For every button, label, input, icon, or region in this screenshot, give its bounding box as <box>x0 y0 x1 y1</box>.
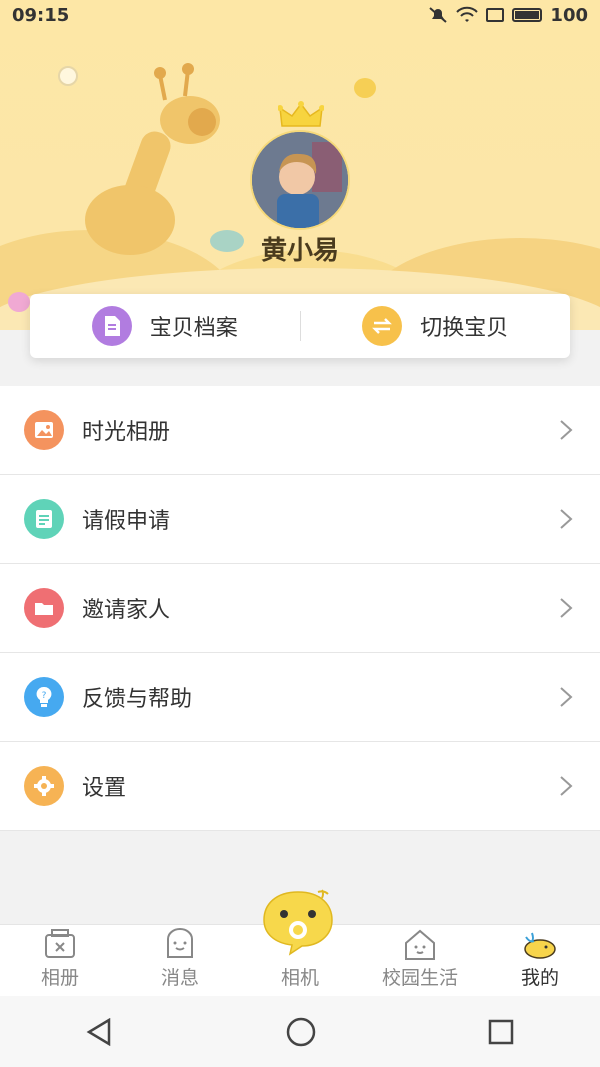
screen-icon <box>486 8 505 22</box>
chevron-right-icon <box>560 687 573 707</box>
menu-list: 时光相册 请假申请 邀请家人 ? 反馈与帮助 设置 <box>0 386 600 831</box>
status-time: 09:15 <box>12 4 70 26</box>
swap-icon <box>362 306 403 346</box>
switch-baby-label: 切换宝贝 <box>420 316 509 341</box>
recents-icon[interactable] <box>487 1018 515 1046</box>
menu-item-feedback[interactable]: ? 反馈与帮助 <box>0 653 600 742</box>
folder-icon <box>24 588 64 628</box>
mute-icon <box>429 7 448 23</box>
status-bar: 09:15 100 <box>0 0 600 30</box>
chevron-right-icon <box>560 509 573 529</box>
tab-label: 我的 <box>520 967 559 989</box>
tab-campus-life[interactable]: 校园生活 <box>360 925 480 996</box>
avatar[interactable] <box>250 130 350 230</box>
tab-label: 相机 <box>280 967 319 989</box>
crown-icon <box>278 101 324 127</box>
form-icon <box>24 499 64 539</box>
switch-baby-button[interactable]: 切换宝贝 <box>301 294 571 358</box>
battery-level: 100 <box>550 4 588 26</box>
menu-label: 请假申请 <box>82 509 171 534</box>
photo-icon <box>24 410 64 450</box>
message-icon <box>167 928 193 958</box>
child-photo <box>252 132 348 228</box>
menu-item-settings[interactable]: 设置 <box>0 742 600 831</box>
menu-label: 时光相册 <box>82 420 171 445</box>
document-icon <box>91 306 132 346</box>
wifi-icon <box>456 6 479 22</box>
action-card: 宝贝档案 切换宝贝 <box>30 294 570 358</box>
lightbulb-icon: ? <box>24 677 64 717</box>
user-name: 黄小易 <box>260 236 339 266</box>
battery-icon <box>512 8 543 22</box>
tab-album[interactable]: 相册 <box>0 925 120 996</box>
tab-label: 消息 <box>160 967 199 989</box>
house-icon <box>405 929 435 960</box>
camera-icon[interactable] <box>260 888 336 956</box>
baby-profile-label: 宝贝档案 <box>149 316 238 341</box>
album-icon <box>45 929 75 958</box>
tab-label: 相册 <box>40 967 79 989</box>
menu-item-album[interactable]: 时光相册 <box>0 386 600 475</box>
home-icon[interactable] <box>285 1016 317 1048</box>
tab-label: 校园生活 <box>381 967 458 989</box>
menu-label: 反馈与帮助 <box>82 687 193 712</box>
chevron-right-icon <box>560 776 573 796</box>
svg-text:?: ? <box>42 691 47 701</box>
baby-profile-button[interactable]: 宝贝档案 <box>30 294 300 358</box>
system-nav-bar <box>0 996 600 1067</box>
tab-mine[interactable]: 我的 <box>480 925 600 996</box>
menu-label: 邀请家人 <box>82 598 171 623</box>
menu-label: 设置 <box>82 776 127 801</box>
whale-icon <box>524 932 556 959</box>
menu-item-invite-family[interactable]: 邀请家人 <box>0 564 600 653</box>
tab-messages[interactable]: 消息 <box>120 925 240 996</box>
gear-icon <box>24 766 64 806</box>
chevron-right-icon <box>560 420 573 440</box>
back-icon[interactable] <box>85 1017 115 1046</box>
chevron-right-icon <box>560 598 573 618</box>
menu-item-leave[interactable]: 请假申请 <box>0 475 600 564</box>
